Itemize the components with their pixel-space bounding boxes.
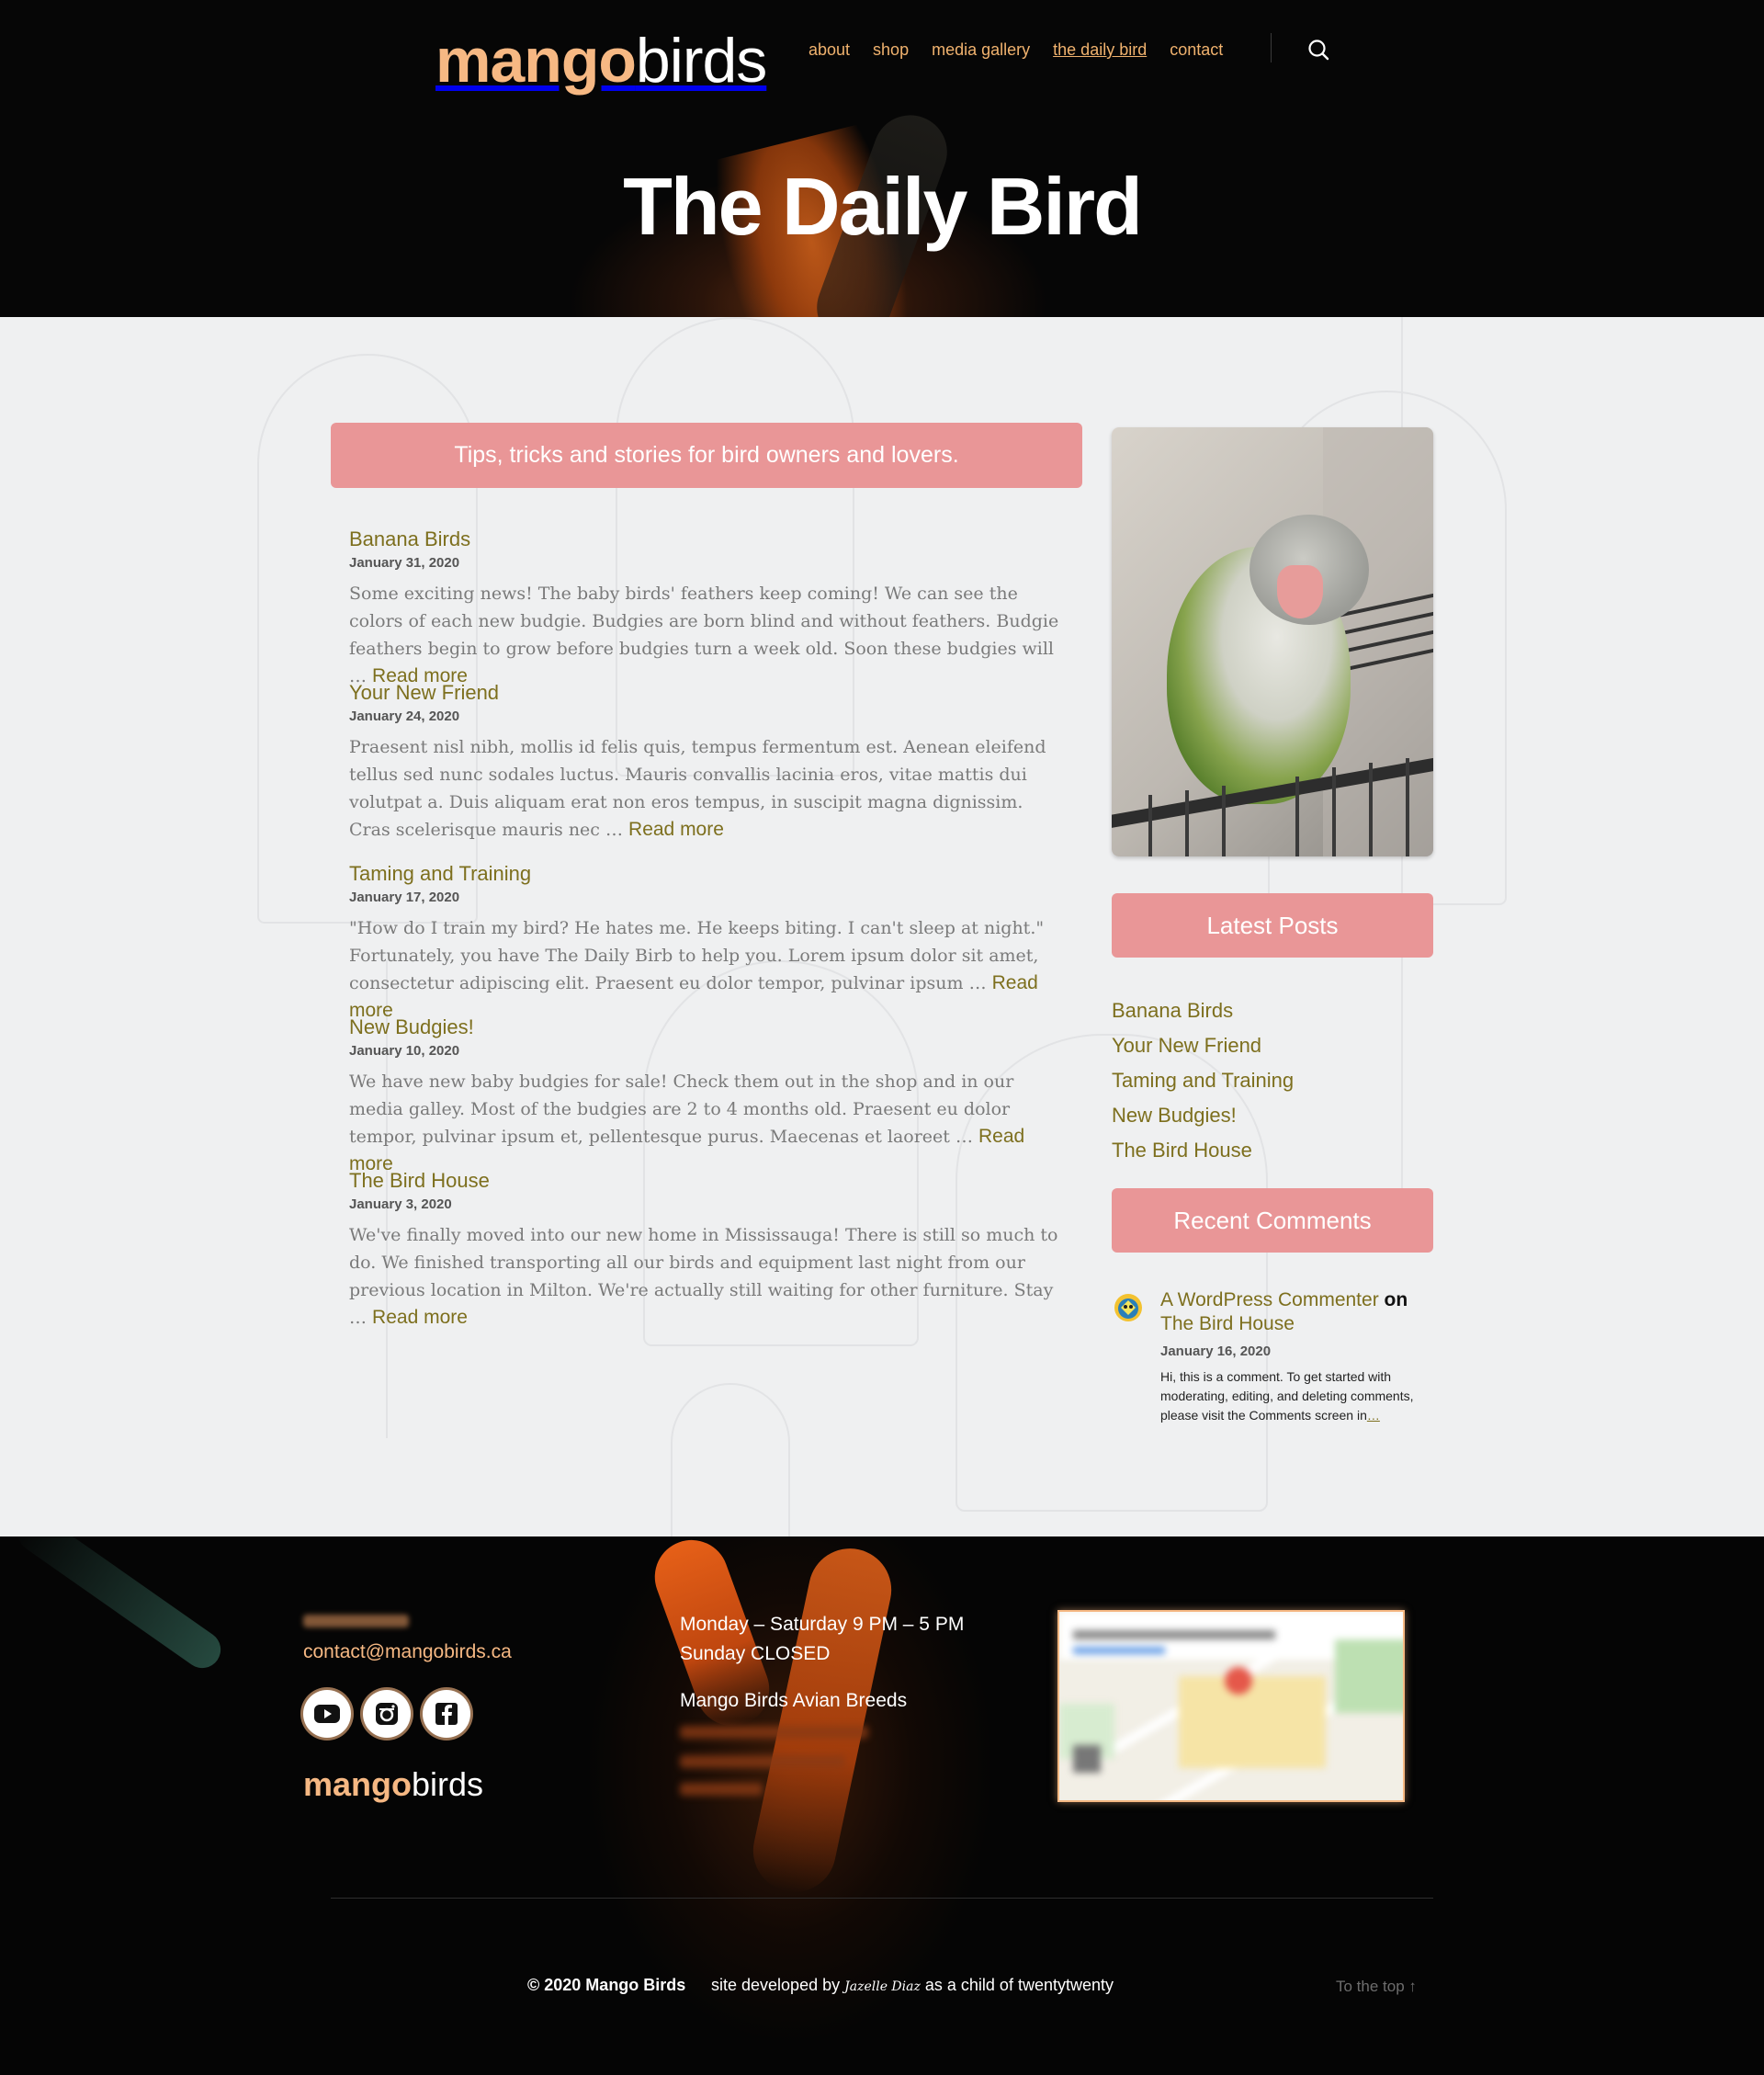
footer-logo-mango: mango	[303, 1765, 413, 1803]
post-item: The Bird House January 3, 2020 We've fin…	[349, 1168, 1066, 1332]
site-logo[interactable]: mangobirds	[435, 24, 767, 97]
latest-post-link[interactable]: The Bird House	[1112, 1139, 1252, 1162]
background-leaf	[11, 1536, 228, 1675]
address-redacted	[680, 1726, 868, 1739]
cage-bar	[1332, 767, 1336, 856]
location-map[interactable]	[1057, 1610, 1405, 1802]
recent-comments-heading: Recent Comments	[1112, 1188, 1433, 1253]
developer-credit: site developed by Jazelle Diaz as a chil…	[711, 1976, 1114, 1994]
cage-bar	[1185, 790, 1189, 856]
logo-mango: mango	[435, 26, 637, 96]
logo-birds: birds	[635, 26, 767, 96]
facebook-icon	[435, 1703, 458, 1725]
business-hours: Monday – Saturday 9 PM – 5 PM Sunday CLO…	[680, 1610, 964, 1669]
instagram-icon	[376, 1703, 398, 1725]
comment-meta: A WordPress Commenter on The Bird House	[1160, 1288, 1436, 1336]
post-excerpt: Some exciting news! The baby birds' feat…	[349, 584, 1059, 686]
parrot-beak	[1277, 565, 1323, 618]
footer-divider	[331, 1898, 1433, 1899]
hours-weekdays: Monday – Saturday 9 PM – 5 PM	[680, 1614, 965, 1635]
latest-post-link[interactable]: New Budgies!	[1112, 1104, 1237, 1127]
list-item: New Budgies!	[1112, 1099, 1294, 1134]
post-excerpt: We have new baby budgies for sale! Check…	[349, 1072, 1025, 1174]
post-date: January 31, 2020	[349, 555, 460, 571]
cage-bar	[1369, 763, 1373, 856]
cage-bar	[1295, 777, 1299, 856]
comment-excerpt: Hi, this is a comment. To get started wi…	[1160, 1369, 1414, 1423]
page-title: The Daily Bird	[623, 161, 1143, 252]
background-flower	[745, 1540, 899, 1900]
back-to-top-link[interactable]: To the top ↑	[1336, 1978, 1417, 1996]
business-name: Mango Birds Avian Breeds	[680, 1690, 908, 1711]
address-redacted	[680, 1783, 763, 1796]
comment-post-link[interactable]: The Bird House	[1160, 1313, 1295, 1334]
contact-email-link[interactable]: contact@mangobirds.ca	[303, 1641, 512, 1663]
map-tiles	[1059, 1612, 1403, 1800]
cage-bar	[1406, 758, 1409, 856]
latest-posts-heading: Latest Posts	[1112, 893, 1433, 958]
primary-nav: about shop media gallery the daily bird …	[808, 39, 1246, 61]
list-item: Banana Birds	[1112, 994, 1294, 1029]
address-redacted	[680, 1755, 845, 1768]
comment-on-text: on	[1384, 1289, 1408, 1310]
list-item: Taming and Training	[1112, 1064, 1294, 1099]
nav-media-gallery[interactable]: media gallery	[932, 39, 1030, 61]
post-date: January 3, 2020	[349, 1196, 452, 1212]
comment-date: January 16, 2020	[1160, 1344, 1272, 1359]
comment-more-link[interactable]: …	[1367, 1408, 1380, 1423]
post-item: Taming and Training January 17, 2020 "Ho…	[349, 861, 1066, 1025]
list-item: The Bird House	[1112, 1134, 1294, 1169]
youtube-button[interactable]	[303, 1690, 351, 1738]
nav-shop[interactable]: shop	[873, 39, 909, 61]
post-date: January 24, 2020	[349, 709, 460, 724]
comment-author-link[interactable]: A WordPress Commenter	[1160, 1289, 1379, 1310]
list-item: Your New Friend	[1112, 1029, 1294, 1064]
latest-post-link[interactable]: Your New Friend	[1112, 1034, 1261, 1057]
nav-the-daily-bird[interactable]: the daily bird	[1053, 39, 1147, 61]
post-excerpt: Praesent nisl nibh, mollis id felis quis…	[349, 737, 1046, 840]
post-title[interactable]: Taming and Training	[349, 861, 1066, 887]
latest-posts-list: Banana Birds Your New Friend Taming and …	[1112, 994, 1294, 1169]
post-excerpt: We've finally moved into our new home in…	[349, 1225, 1058, 1328]
post-title[interactable]: Banana Birds	[349, 527, 1066, 552]
post-title[interactable]: New Budgies!	[349, 1015, 1066, 1040]
nav-contact[interactable]: contact	[1170, 39, 1223, 61]
cage-bar	[1222, 786, 1226, 856]
post-item: Banana Birds January 31, 2020 Some excit…	[349, 527, 1066, 690]
instagram-button[interactable]	[363, 1690, 411, 1738]
post-date: January 17, 2020	[349, 890, 460, 905]
parrot-photo	[1112, 427, 1433, 856]
phone-number-redacted	[303, 1615, 409, 1627]
post-item: New Budgies! January 10, 2020 We have ne…	[349, 1015, 1066, 1178]
post-item: Your New Friend January 24, 2020 Praesen…	[349, 680, 1066, 844]
footer-logo-birds: birds	[412, 1765, 484, 1803]
search-icon[interactable]	[1307, 39, 1329, 61]
nav-about[interactable]: about	[808, 39, 850, 61]
facebook-button[interactable]	[423, 1690, 470, 1738]
post-title[interactable]: Your New Friend	[349, 680, 1066, 706]
hours-sunday: Sunday CLOSED	[680, 1643, 831, 1664]
latest-post-link[interactable]: Banana Birds	[1112, 999, 1233, 1022]
blog-tagline: Tips, tricks and stories for bird owners…	[331, 423, 1082, 488]
decorative-birdcage	[671, 1383, 790, 1536]
post-date: January 10, 2020	[349, 1043, 460, 1059]
post-title[interactable]: The Bird House	[349, 1168, 1066, 1194]
read-more-link[interactable]: Read more	[628, 819, 724, 840]
footer-logo: mangobirds	[303, 1764, 483, 1805]
cage-bar	[1148, 795, 1152, 856]
latest-post-link[interactable]: Taming and Training	[1112, 1069, 1294, 1092]
copyright-text: © 2020 Mango Birds	[527, 1976, 686, 1994]
nav-divider	[1271, 33, 1272, 62]
read-more-link[interactable]: Read more	[372, 1307, 468, 1328]
post-excerpt: "How do I train my bird? He hates me. He…	[349, 918, 1045, 1021]
commenter-avatar-icon	[1114, 1294, 1142, 1321]
youtube-icon	[314, 1705, 340, 1723]
developer-signature: Jazelle Diaz	[844, 1979, 921, 1994]
